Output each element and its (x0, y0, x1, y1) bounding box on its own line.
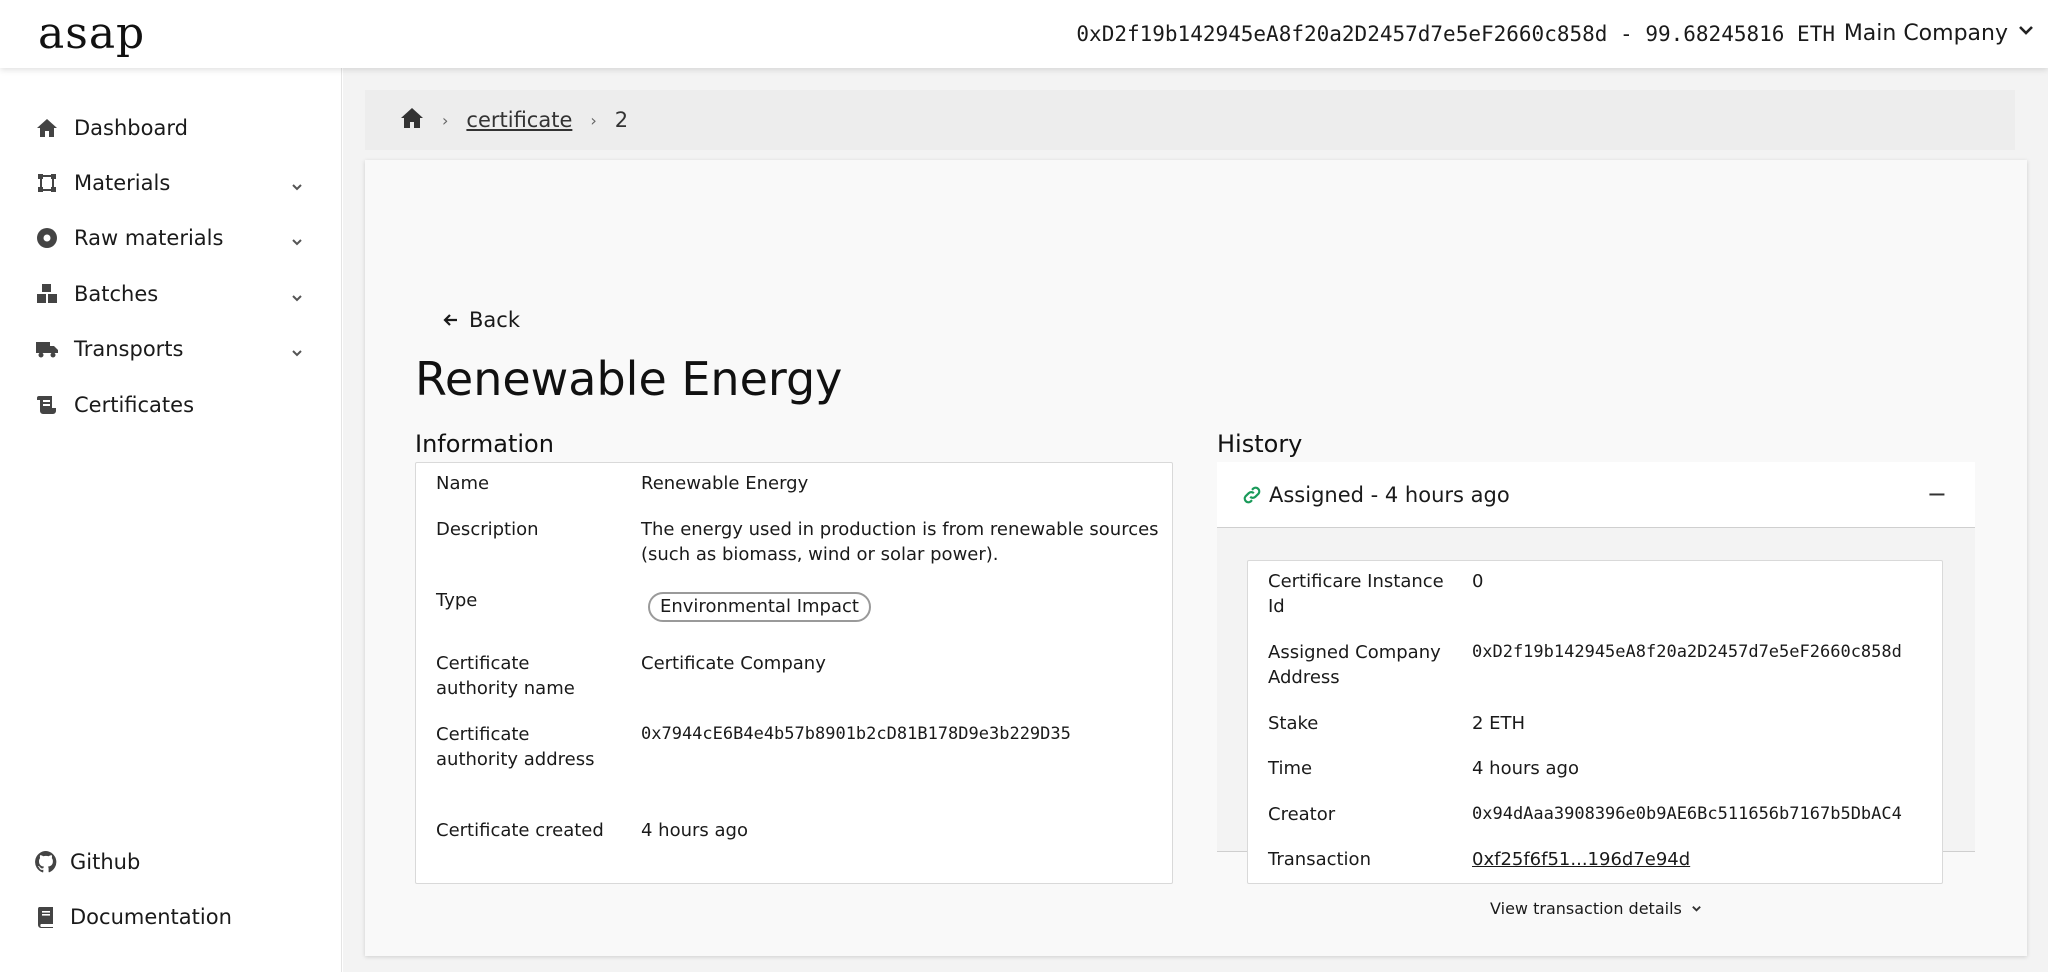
truck-icon (34, 336, 60, 362)
history-panel: Assigned - 4 hours ago − Certificare Ins… (1217, 462, 1975, 918)
detail-value: 0 (1472, 571, 1484, 592)
type-tag: Environmental Impact (648, 592, 871, 622)
company-selector[interactable]: Main Company (1844, 20, 2036, 46)
info-value: 0x7944cE6B4e4b57b8901b2cD81B178D9e3b229D… (641, 724, 1071, 744)
app-logo[interactable]: asap (38, 12, 145, 56)
boxes-icon (34, 281, 60, 307)
github-icon (34, 850, 58, 874)
collapse-button[interactable]: − (1927, 480, 1947, 508)
chevron-down-icon (1692, 906, 1701, 912)
sidebar-item-label: Certificates (74, 393, 195, 417)
detail-key: Creator (1268, 804, 1336, 825)
info-key: Type (436, 590, 478, 611)
sidebar-item-label: Batches (74, 282, 159, 306)
github-link[interactable]: Github (34, 850, 140, 874)
detail-key: Assigned Company Address (1268, 642, 1441, 688)
info-key: Name (436, 473, 490, 494)
materials-icon (34, 170, 60, 196)
detail-value: 4 hours ago (1472, 758, 1579, 779)
home-icon (34, 115, 60, 141)
github-label: Github (70, 850, 141, 874)
history-event-label: Assigned - 4 hours ago (1269, 482, 1510, 507)
info-value: Environmental Impact (648, 592, 1178, 622)
page-title: Renewable Energy (415, 352, 843, 406)
sidebar-item-dashboard[interactable]: Dashboard (34, 110, 304, 146)
chevron-down-icon (290, 341, 304, 357)
chevron-down-icon (290, 175, 304, 191)
breadcrumb-separator: › (442, 110, 449, 130)
certificate-card: Back Renewable Energy Information Name R… (365, 160, 2027, 956)
sidebar-item-label: Materials (74, 171, 171, 195)
info-key: Description (436, 519, 539, 540)
detail-value: 0xD2f19b142945eA8f20a2D2457d7e5eF2660c85… (1472, 642, 1902, 662)
detail-key: Stake (1268, 713, 1319, 734)
info-value: The energy used in production is from re… (641, 519, 1159, 565)
sidebar-item-materials[interactable]: Materials (34, 165, 304, 201)
detail-value: 0x94dAaa3908396e0b9AE6Bc511656b7167b5DbA… (1472, 804, 1902, 824)
wallet-balance: 0xD2f19b142945eA8f20a2D2457d7e5eF2660c85… (1076, 22, 1835, 46)
scroll-icon (34, 392, 60, 418)
sidebar-item-transports[interactable]: Transports (34, 331, 304, 367)
chevron-down-icon (2016, 20, 2036, 46)
home-icon[interactable] (400, 107, 424, 134)
detail-key: Transaction (1268, 849, 1371, 870)
main-content: › certificate › 2 Back Renewable Energy … (343, 68, 2048, 972)
info-key: Certificate created (436, 820, 604, 841)
back-label: Back (469, 308, 520, 332)
information-panel: Name Renewable Energy Description The en… (415, 462, 1173, 884)
chevron-down-icon (290, 230, 304, 246)
history-event-header[interactable]: Assigned - 4 hours ago − (1217, 462, 1975, 528)
arrow-left-icon (443, 314, 457, 326)
information-title: Information (415, 430, 554, 458)
view-transaction-details-button[interactable]: View transaction details (1217, 899, 1975, 918)
info-key: Certificate authority name (436, 653, 575, 699)
company-name: Main Company (1843, 20, 2008, 46)
detail-value: 2 ETH (1472, 713, 1526, 734)
documentation-link[interactable]: Documentation (34, 905, 232, 929)
sidebar-item-label: Dashboard (74, 116, 188, 140)
view-details-label: View transaction details (1490, 899, 1682, 918)
sidebar-item-raw-materials[interactable]: Raw materials (34, 220, 304, 256)
top-bar: asap 0xD2f19b142945eA8f20a2D2457d7e5eF26… (0, 0, 2048, 68)
book-icon (34, 905, 58, 929)
breadcrumb-separator: › (590, 110, 597, 130)
breadcrumb-certificate[interactable]: certificate (466, 108, 572, 132)
back-button[interactable]: Back (443, 308, 520, 332)
breadcrumb: › certificate › 2 (365, 90, 2015, 150)
raw-materials-icon (34, 225, 60, 251)
detail-key: Time (1268, 758, 1313, 779)
history-details: Certificare Instance Id 0 Assigned Compa… (1247, 560, 1943, 884)
detail-key: Certificare Instance Id (1268, 571, 1444, 617)
chevron-down-icon (290, 286, 304, 302)
sidebar: Dashboard Materials Raw materials Batche… (0, 68, 342, 972)
link-icon (1241, 484, 1263, 506)
sidebar-item-certificates[interactable]: Certificates (34, 387, 304, 423)
documentation-label: Documentation (70, 905, 232, 929)
info-key: Certificate authority address (436, 724, 595, 770)
sidebar-item-label: Raw materials (74, 226, 224, 250)
breadcrumb-current: 2 (614, 108, 629, 132)
sidebar-item-label: Transports (74, 337, 184, 361)
history-title: History (1217, 430, 1303, 458)
info-value: Renewable Energy (641, 473, 809, 494)
transaction-link[interactable]: 0xf25f6f51...196d7e94d (1472, 847, 1932, 872)
sidebar-item-batches[interactable]: Batches (34, 276, 304, 312)
info-value: 4 hours ago (641, 820, 748, 841)
info-value: Certificate Company (641, 653, 826, 674)
